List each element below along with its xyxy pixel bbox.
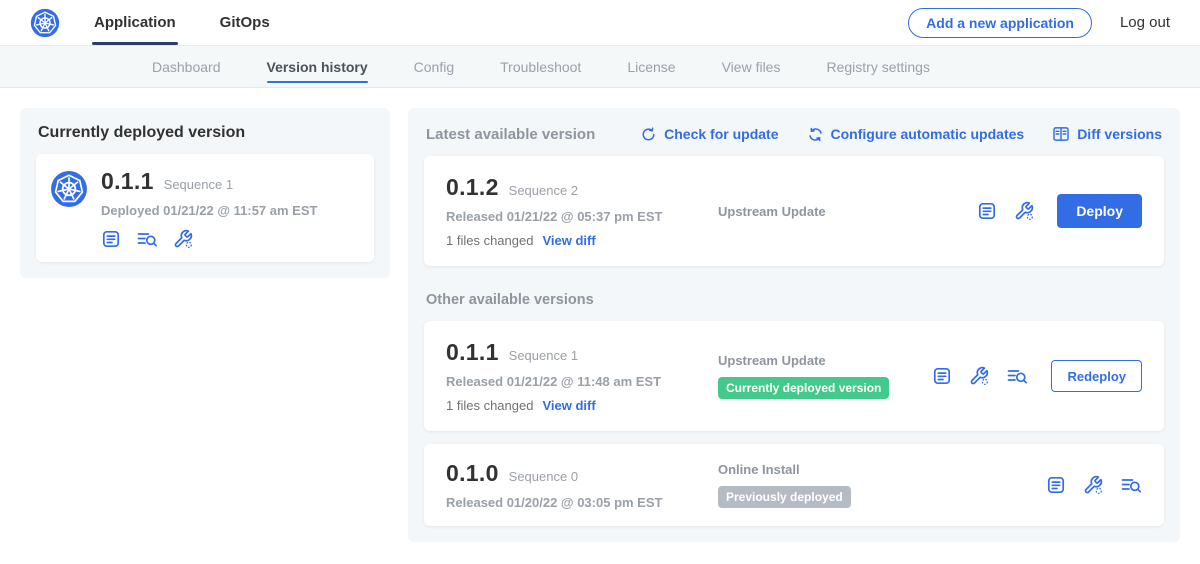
edit-config-icon[interactable] [969, 366, 989, 386]
configure-automatic-updates-link[interactable]: Configure automatic updates [807, 125, 1025, 143]
files-changed-label: 1 files changed [446, 233, 533, 248]
release-notes-icon[interactable] [101, 229, 121, 249]
deployed-sequence-label: Sequence 1 [164, 177, 233, 192]
source-label: Upstream Update [718, 353, 932, 368]
deployed-actions [101, 229, 317, 249]
subnav-item-view-files[interactable]: View files [722, 46, 781, 87]
released-timestamp: Released 01/21/22 @ 11:48 am EST [446, 374, 708, 389]
view-diff-link[interactable]: View diff [542, 398, 595, 413]
refresh-icon [640, 126, 657, 143]
other-versions-title: Other available versions [426, 292, 1162, 308]
deployed-timestamp: Deployed 01/21/22 @ 11:57 am EST [101, 203, 317, 218]
kubernetes-app-icon [50, 170, 88, 208]
version-card-010: 0.1.0 Sequence 0 Released 01/20/22 @ 03:… [424, 444, 1164, 526]
deployed-version-card: 0.1.1 Sequence 1 Deployed 01/21/22 @ 11:… [36, 154, 374, 262]
version-source: Upstream Update Currently deployed versi… [708, 353, 932, 399]
version-card-011: 0.1.1 Sequence 1 Released 01/21/22 @ 11:… [424, 321, 1164, 431]
edit-config-icon[interactable] [1083, 475, 1103, 495]
auto-update-icon [807, 126, 824, 143]
version-actions: Redeploy [932, 360, 1142, 392]
deploy-button[interactable]: Deploy [1057, 194, 1142, 228]
view-diff-link[interactable]: View diff [542, 233, 595, 248]
tab-application[interactable]: Application [94, 0, 176, 45]
version-info: 0.1.1 Sequence 1 Released 01/21/22 @ 11:… [446, 339, 708, 413]
edit-config-icon[interactable] [173, 229, 193, 249]
preflight-checks-icon[interactable] [136, 229, 158, 249]
version-info: 0.1.2 Sequence 2 Released 01/21/22 @ 05:… [446, 174, 708, 248]
version-number: 0.1.2 [446, 174, 499, 201]
version-info: 0.1.0 Sequence 0 Released 01/20/22 @ 03:… [446, 460, 708, 510]
sequence-label: Sequence 2 [509, 183, 578, 198]
release-notes-icon[interactable] [1046, 475, 1066, 495]
version-number: 0.1.1 [446, 339, 499, 366]
sequence-label: Sequence 0 [509, 469, 578, 484]
currently-deployed-panel: Currently deployed version 0.1.1 Sequenc… [20, 108, 390, 278]
latest-available-title: Latest available version [426, 126, 595, 143]
released-timestamp: Released 01/20/22 @ 03:05 pm EST [446, 495, 708, 510]
top-header: Application GitOps Add a new application… [0, 0, 1200, 46]
version-number: 0.1.0 [446, 460, 499, 487]
versions-header-links: Check for update Configure automatic upd… [640, 125, 1162, 143]
version-history-panel: Latest available version Check for updat… [408, 108, 1180, 542]
release-notes-icon[interactable] [932, 366, 952, 386]
check-for-update-label: Check for update [664, 126, 778, 142]
released-timestamp: Released 01/21/22 @ 05:37 pm EST [446, 209, 708, 224]
deployed-version-info: 0.1.1 Sequence 1 Deployed 01/21/22 @ 11:… [101, 168, 317, 249]
deployed-version-number: 0.1.1 [101, 168, 154, 195]
diff-versions-link[interactable]: Diff versions [1052, 125, 1162, 143]
configure-automatic-updates-label: Configure automatic updates [831, 126, 1025, 142]
currently-deployed-badge: Currently deployed version [718, 377, 889, 399]
top-tabs: Application GitOps [94, 0, 314, 45]
version-actions [1046, 475, 1142, 495]
check-for-update-link[interactable]: Check for update [640, 125, 778, 143]
version-source: Upstream Update [708, 204, 977, 219]
preflight-checks-icon[interactable] [1006, 366, 1028, 386]
add-application-button[interactable]: Add a new application [908, 8, 1092, 38]
subnav-item-troubleshoot[interactable]: Troubleshoot [500, 46, 581, 87]
subnav-item-registry-settings[interactable]: Registry settings [826, 46, 929, 87]
subnav-item-config[interactable]: Config [414, 46, 454, 87]
source-label: Upstream Update [718, 204, 977, 219]
subnav-item-license[interactable]: License [627, 46, 675, 87]
version-source: Online Install Previously deployed [708, 462, 1046, 508]
previously-deployed-badge: Previously deployed [718, 486, 851, 508]
diff-icon [1052, 125, 1070, 143]
kubernetes-logo-icon [30, 8, 60, 38]
app-subnav: Dashboard Version history Config Trouble… [0, 46, 1200, 88]
edit-config-icon[interactable] [1014, 201, 1034, 221]
deployed-panel-title: Currently deployed version [38, 124, 374, 142]
redeploy-button[interactable]: Redeploy [1051, 360, 1142, 392]
version-card-latest: 0.1.2 Sequence 2 Released 01/21/22 @ 05:… [424, 156, 1164, 266]
version-actions: Deploy [977, 194, 1142, 228]
files-changed-label: 1 files changed [446, 398, 533, 413]
sequence-label: Sequence 1 [509, 348, 578, 363]
main-content: Currently deployed version 0.1.1 Sequenc… [0, 88, 1200, 562]
diff-versions-label: Diff versions [1077, 126, 1162, 142]
release-notes-icon[interactable] [977, 201, 997, 221]
versions-header: Latest available version Check for updat… [426, 125, 1162, 143]
source-label: Online Install [718, 462, 1046, 477]
tab-gitops[interactable]: GitOps [220, 0, 270, 45]
subnav-item-version-history[interactable]: Version history [267, 46, 368, 87]
preflight-checks-icon[interactable] [1120, 475, 1142, 495]
subnav-item-dashboard[interactable]: Dashboard [152, 46, 221, 87]
logout-link[interactable]: Log out [1120, 14, 1170, 31]
